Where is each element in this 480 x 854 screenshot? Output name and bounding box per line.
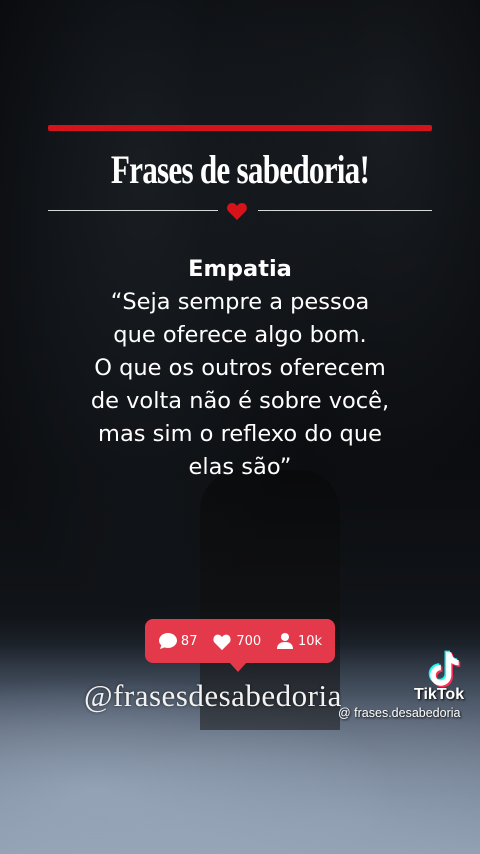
quote-line: elas são”: [188, 454, 292, 480]
red-top-bar: [48, 125, 432, 131]
follower-icon: [276, 633, 293, 649]
followers-count: 10k: [297, 633, 323, 649]
comment-icon: [158, 633, 177, 649]
quote-block: Empatia “Seja sempre a pessoa que oferec…: [40, 253, 440, 484]
tiktok-logo-icon: [428, 650, 461, 688]
likes-count: 700: [236, 633, 262, 649]
followers-stat[interactable]: 10k: [275, 632, 322, 650]
likes-stat[interactable]: 700: [211, 632, 261, 651]
account-handle: @frasesdesabedoria: [84, 678, 342, 713]
page-title: Frases de sabedoria!: [110, 147, 370, 192]
quote-heading: Empatia: [188, 256, 292, 282]
tiktok-brand-label: TikTok: [414, 686, 465, 703]
quote-line: O que os outros oferecem: [94, 355, 386, 381]
quote-line: de volta não é sobre você,: [90, 388, 390, 414]
quote-line: mas sim o reflexo do que: [98, 421, 382, 447]
like-heart-icon: [213, 634, 231, 650]
divider-left: [48, 210, 218, 211]
quote-line: que oferece algo bom.: [113, 322, 367, 348]
quote-line: “Seja sempre a pessoa: [110, 289, 370, 315]
engagement-badge: 87 700 10k: [145, 619, 335, 672]
comments-count: 87: [180, 633, 198, 649]
divider-right: [258, 210, 432, 211]
comments-stat[interactable]: 87: [158, 632, 198, 650]
tiktok-username: @ frases.desabedoria: [338, 706, 461, 720]
heart-icon: [227, 203, 247, 220]
